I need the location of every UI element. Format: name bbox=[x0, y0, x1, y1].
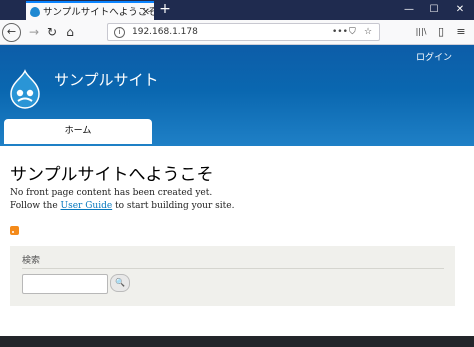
pocket-icon[interactable]: ⛉ bbox=[349, 24, 356, 40]
search-divider bbox=[22, 268, 444, 269]
site-info-icon[interactable]: i bbox=[114, 27, 125, 38]
tab-close-icon[interactable]: ✕ bbox=[142, 3, 150, 20]
maximize-button[interactable]: ☐ bbox=[421, 0, 447, 20]
user-guide-link[interactable]: User Guide bbox=[61, 201, 113, 211]
tab-title: サンプルサイトへようこそ | サ bbox=[43, 7, 154, 18]
drupal-logo-icon[interactable] bbox=[8, 69, 42, 109]
url-bar[interactable]: i 192.168.1.178 ••• ⛉ ☆ bbox=[107, 23, 380, 41]
new-tab-button[interactable]: + bbox=[158, 0, 172, 20]
home-button[interactable]: ⌂ bbox=[60, 22, 80, 42]
bookmark-star-icon[interactable]: ☆ bbox=[364, 24, 372, 40]
site-name[interactable]: サンプルサイト bbox=[54, 69, 159, 90]
browser-nav-bar: ← → ↻ ⌂ i 192.168.1.178 ••• ⛉ ☆ |||\ ▯ ≡ bbox=[0, 20, 474, 45]
search-input[interactable] bbox=[22, 274, 108, 294]
site-header: ログイン サンプルサイト ホーム bbox=[0, 45, 474, 146]
page-actions-icon[interactable]: ••• bbox=[332, 24, 348, 40]
search-block: 検索 🔍 bbox=[10, 246, 455, 306]
page-title: サンプルサイトへようこそ bbox=[10, 165, 214, 185]
user-guide-prefix: Follow the bbox=[10, 201, 61, 211]
nav-home-tab[interactable]: ホーム bbox=[4, 119, 152, 144]
back-button[interactable]: ← bbox=[2, 23, 21, 42]
login-link[interactable]: ログイン bbox=[416, 50, 452, 63]
reload-button[interactable]: ↻ bbox=[42, 22, 62, 42]
forward-button[interactable]: → bbox=[24, 22, 44, 42]
main-content: サンプルサイトへようこそ No front page content has b… bbox=[0, 146, 474, 336]
url-text[interactable]: 192.168.1.178 bbox=[132, 24, 198, 40]
user-guide-suffix: to start building your site. bbox=[112, 201, 235, 211]
browser-title-bar: サンプルサイトへようこそ | サ ✕ + — ☐ ✕ bbox=[0, 0, 474, 20]
library-icon[interactable]: |||\ bbox=[412, 22, 430, 42]
no-content-message: No front page content has been created y… bbox=[10, 188, 213, 198]
search-block-title: 検索 bbox=[22, 256, 41, 266]
search-icon: 🔍 bbox=[115, 278, 125, 287]
sidebar-icon[interactable]: ▯ bbox=[432, 22, 450, 42]
user-guide-message: Follow the User Guide to start building … bbox=[10, 201, 234, 211]
browser-tab-active[interactable]: サンプルサイトへようこそ | サ ✕ bbox=[26, 1, 154, 20]
close-window-button[interactable]: ✕ bbox=[447, 0, 473, 20]
menu-icon[interactable]: ≡ bbox=[452, 22, 470, 42]
minimize-button[interactable]: — bbox=[396, 0, 422, 20]
drupal-favicon-icon bbox=[30, 7, 40, 17]
search-button[interactable]: 🔍 bbox=[110, 274, 130, 292]
site-footer bbox=[0, 336, 474, 347]
rss-feed-icon[interactable] bbox=[10, 226, 19, 235]
